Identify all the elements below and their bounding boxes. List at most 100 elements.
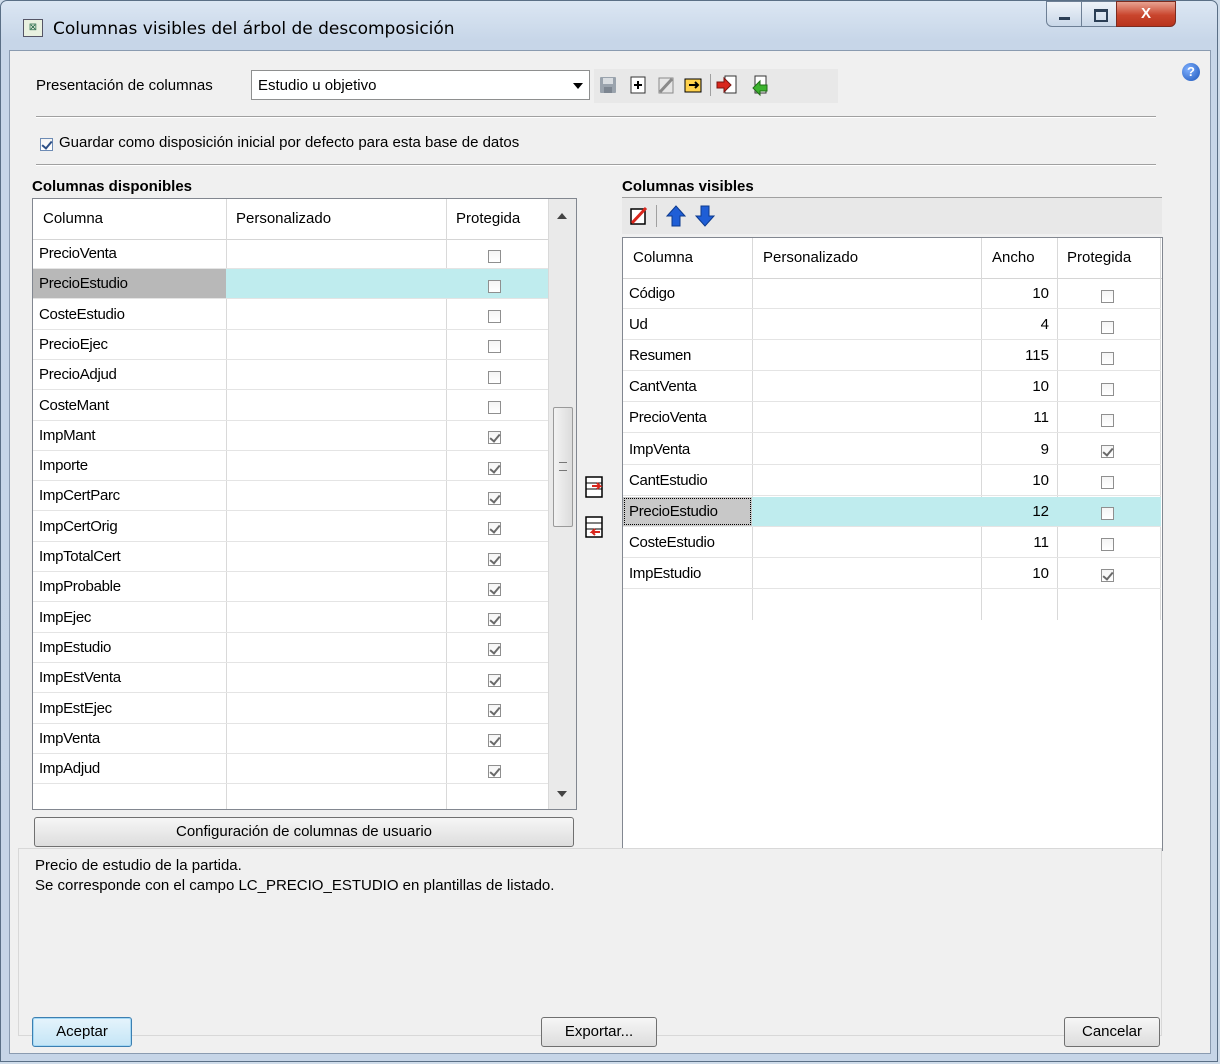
header-protegida[interactable]: Protegida [456,210,520,227]
cell-ancho[interactable]: 9 [983,441,1049,458]
checkbox-icon[interactable] [488,734,501,748]
table-row[interactable]: PrecioVenta 11 [623,403,1161,434]
rename-icon[interactable] [683,75,703,95]
clear-icon[interactable] [629,206,649,226]
checkbox-icon[interactable] [1101,320,1114,334]
add-to-visible-icon[interactable] [584,475,606,499]
protegida-checkbox[interactable] [1101,505,1114,522]
protegida-checkbox[interactable] [488,368,501,385]
protegida-checkbox[interactable] [488,338,501,355]
checkbox-icon[interactable] [488,673,501,687]
header-personalizado[interactable]: Personalizado [236,210,331,227]
protegida-checkbox[interactable] [1101,567,1114,584]
protegida-checkbox[interactable] [1101,318,1114,335]
table-row[interactable]: Importe [33,451,548,482]
protegida-checkbox[interactable] [1101,474,1114,491]
table-row[interactable]: ImpTotalCert [33,542,548,572]
table-row[interactable]: ImpEstudio [33,633,548,663]
scroll-down-icon[interactable] [557,791,567,797]
delete-icon[interactable] [656,75,676,95]
cell-ancho[interactable]: 10 [983,565,1049,582]
table-row[interactable]: Resumen 115 [623,341,1161,372]
checkbox-icon[interactable] [488,431,501,445]
table-row[interactable]: ImpMant [33,421,548,451]
checkbox-icon[interactable] [1101,351,1114,365]
checkbox-icon[interactable] [488,491,501,505]
cell-ancho[interactable]: 10 [983,378,1049,395]
checkbox-icon[interactable] [1101,569,1114,583]
header-columna[interactable]: Columna [633,249,693,266]
table-row[interactable]: ImpVenta [33,724,548,754]
presentacion-select[interactable]: Estudio u objetivo [251,70,590,100]
table-row[interactable]: ImpEstEjec [33,694,548,724]
cell-ancho[interactable]: 12 [983,503,1049,520]
table-row[interactable]: PrecioVenta [33,239,548,269]
exportar-button[interactable]: Exportar... [541,1017,657,1047]
table-row[interactable]: ImpVenta 9 [623,435,1161,465]
maximize-button[interactable] [1081,1,1117,27]
table-row[interactable]: PrecioAdjud [33,360,548,391]
cancelar-button[interactable]: Cancelar [1064,1017,1160,1047]
table-row[interactable]: ImpAdjud [33,754,548,785]
table-row[interactable]: ImpProbable [33,572,548,603]
table-row[interactable]: PrecioEstudio 12 [623,496,1161,527]
checkbox-icon[interactable] [1101,445,1114,459]
close-button[interactable]: X [1116,1,1176,27]
protegida-checkbox[interactable] [488,702,501,719]
disponibles-scrollbar[interactable] [549,199,576,809]
protegida-checkbox[interactable] [1101,287,1114,304]
visibles-grid[interactable]: Columna Personalizado Ancho Protegida Có… [622,237,1163,851]
import-icon[interactable] [715,73,739,97]
table-row[interactable]: ImpCertParc [33,481,548,512]
cell-ancho[interactable]: 11 [983,534,1049,551]
checkbox-icon[interactable] [1101,538,1114,552]
protegida-checkbox[interactable] [488,308,501,325]
disponibles-grid[interactable]: Columna Personalizado Protegida PrecioVe… [32,198,577,810]
protegida-checkbox[interactable] [488,762,501,779]
protegida-checkbox[interactable] [1101,349,1114,366]
checkbox-icon[interactable] [488,552,501,566]
cell-ancho[interactable]: 115 [983,347,1049,364]
protegida-checkbox[interactable] [488,671,501,688]
protegida-checkbox[interactable] [1101,411,1114,428]
scroll-thumb[interactable] [553,407,573,527]
cell-ancho[interactable]: 4 [983,316,1049,333]
cell-ancho[interactable]: 10 [983,285,1049,302]
export-icon[interactable] [745,73,769,97]
help-icon[interactable]: ? [1182,63,1200,81]
checkbox-icon[interactable] [1101,289,1114,303]
checkbox-icon[interactable] [488,613,501,627]
checkbox-icon[interactable] [488,340,501,354]
checkbox-icon[interactable] [488,310,501,324]
scroll-up-icon[interactable] [557,213,567,219]
table-row[interactable]: Código 10 [623,279,1161,309]
checkbox-icon[interactable] [1101,413,1114,427]
checkbox-icon[interactable] [488,764,501,778]
protegida-checkbox[interactable] [488,611,501,628]
protegida-checkbox[interactable] [1101,536,1114,553]
new-icon[interactable] [628,75,648,95]
protegida-checkbox[interactable] [488,399,501,416]
checkbox-icon[interactable] [488,582,501,596]
header-columna[interactable]: Columna [43,210,103,227]
table-row[interactable]: Ud 4 [623,310,1161,341]
table-row[interactable]: PrecioEstudio [33,269,548,300]
table-row[interactable]: ImpCertOrig [33,512,548,542]
checkbox-icon[interactable] [488,370,501,384]
config-columnas-button[interactable]: Configuración de columnas de usuario [34,817,574,847]
protegida-checkbox[interactable] [488,550,501,567]
protegida-checkbox[interactable] [488,732,501,749]
checkbox-icon[interactable] [488,461,501,475]
aceptar-button[interactable]: Aceptar [32,1017,132,1047]
table-row[interactable]: CantEstudio 10 [623,466,1161,496]
header-personalizado[interactable]: Personalizado [763,249,858,266]
checkbox-icon[interactable] [488,704,501,718]
table-row[interactable]: ImpEstudio 10 [623,559,1161,589]
table-row[interactable]: ImpEjec [33,603,548,633]
header-protegida[interactable]: Protegida [1067,249,1131,266]
guardar-checkbox[interactable] [40,135,53,152]
protegida-checkbox[interactable] [488,459,501,476]
cell-ancho[interactable]: 11 [983,409,1049,426]
checkbox-icon[interactable] [40,137,53,151]
table-row[interactable]: PrecioEjec [33,330,548,360]
